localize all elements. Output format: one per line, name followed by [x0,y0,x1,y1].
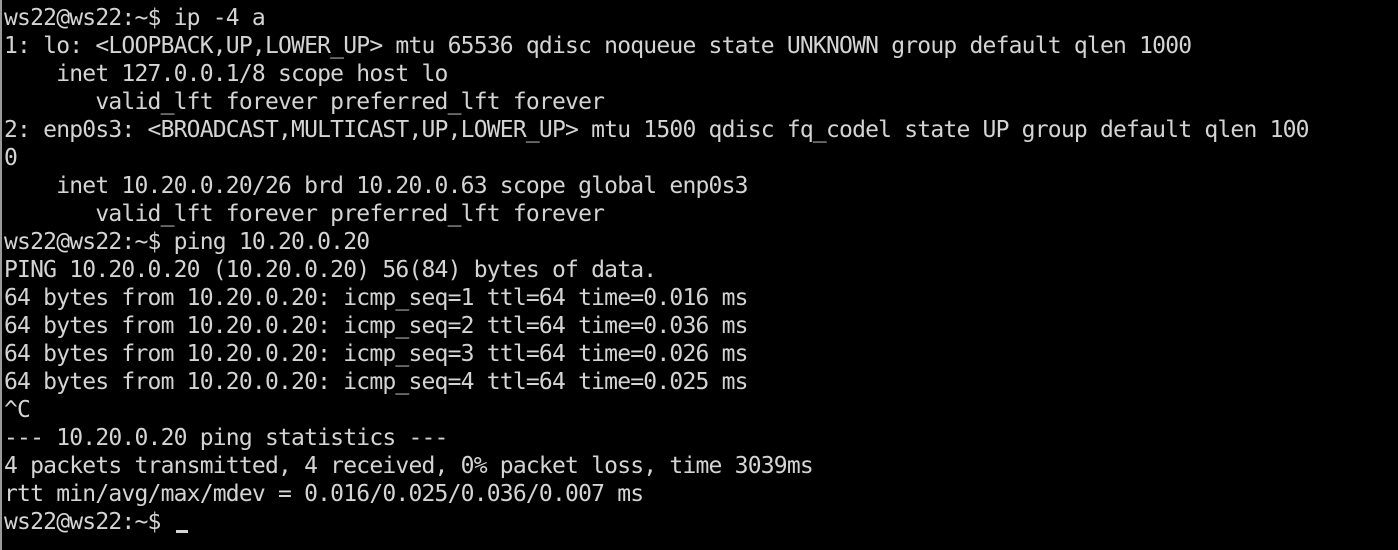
terminal-line: 2: enp0s3: <BROADCAST,MULTICAST,UP,LOWER… [4,117,1310,143]
terminal-line: 1: lo: <LOOPBACK,UP,LOWER_UP> mtu 65536 … [4,33,1192,59]
terminal-line: ws22@ws22:~$ ip -4 a [4,5,266,31]
terminal-line: valid_lft forever preferred_lft forever [4,201,605,227]
text-cursor [175,530,188,533]
terminal-line: 64 bytes from 10.20.0.20: icmp_seq=4 ttl… [4,369,749,395]
terminal-window[interactable]: ws22@ws22:~$ ip -4 a 1: lo: <LOOPBACK,UP… [0,0,1398,550]
terminal-line: 64 bytes from 10.20.0.20: icmp_seq=1 ttl… [4,285,749,311]
terminal-output: ws22@ws22:~$ ip -4 a 1: lo: <LOOPBACK,UP… [4,4,1310,536]
terminal-line: inet 10.20.0.20/26 brd 10.20.0.63 scope … [4,173,748,199]
prompt-text: ws22@ws22:~$ [4,509,174,535]
terminal-line: ^C [4,397,31,423]
terminal-line: valid_lft forever preferred_lft forever [4,89,605,115]
terminal-line: 0 [4,145,18,171]
terminal-line: ws22@ws22:~$ ping 10.20.0.20 [4,229,370,255]
terminal-line: inet 127.0.0.1/8 scope host lo [4,61,448,87]
terminal-line: 4 packets transmitted, 4 received, 0% pa… [4,453,814,479]
terminal-line: --- 10.20.0.20 ping statistics --- [4,425,448,451]
terminal-line: 64 bytes from 10.20.0.20: icmp_seq=2 ttl… [4,313,749,339]
command-prompt[interactable]: ws22@ws22:~$ [4,508,1309,536]
terminal-line: PING 10.20.0.20 (10.20.0.20) 56(84) byte… [4,257,657,283]
terminal-line: 64 bytes from 10.20.0.20: icmp_seq=3 ttl… [4,341,749,367]
terminal-line: rtt min/avg/max/mdev = 0.016/0.025/0.036… [4,481,644,507]
